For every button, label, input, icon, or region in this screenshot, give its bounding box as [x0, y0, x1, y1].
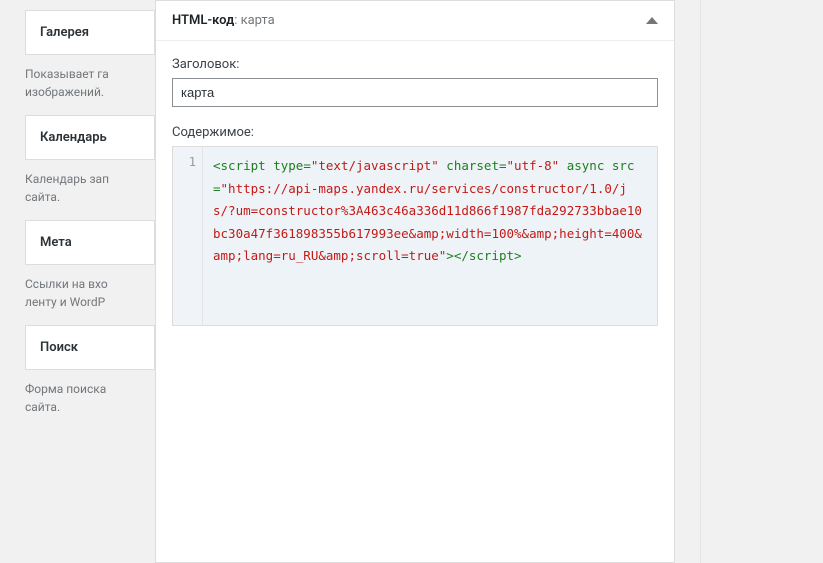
- sidebar-item-calendar[interactable]: Календарь: [25, 115, 155, 160]
- panel-title-prefix: HTML-код: [172, 13, 234, 28]
- widget-settings-panel: HTML-код: карта Заголовок: Содержимое: 1…: [155, 0, 675, 563]
- content-label: Содержимое:: [172, 125, 658, 140]
- widget-title: Галерея: [26, 11, 154, 54]
- line-gutter: 1: [173, 147, 203, 325]
- code-attr: charset=: [439, 158, 507, 173]
- code-content[interactable]: <script type="text/javascript" charset="…: [203, 147, 657, 325]
- code-str: "https://api-maps.yandex.ru/services/con…: [213, 181, 642, 264]
- widget-title: Поиск: [26, 326, 154, 369]
- code-attr: type=: [266, 158, 311, 173]
- code-tag: ></script>: [446, 248, 521, 263]
- widget-title: Календарь: [26, 116, 154, 159]
- widget-desc: Форма поиска сайта.: [0, 370, 130, 430]
- code-editor[interactable]: 1 <script type="text/javascript" charset…: [172, 146, 658, 326]
- panel-body: Заголовок: Содержимое: 1 <script type="t…: [156, 41, 674, 342]
- code-str: "utf-8": [507, 158, 560, 173]
- widget-desc: Ссылки на вхо ленту и WordP: [0, 265, 130, 325]
- code-str: "text/javascript": [311, 158, 439, 173]
- sidebar-item-meta[interactable]: Мета: [25, 220, 155, 265]
- sidebar-item-gallery[interactable]: Галерея: [25, 10, 155, 55]
- code-attr: async: [559, 158, 604, 173]
- title-input[interactable]: [172, 78, 658, 107]
- widget-title: Мета: [26, 221, 154, 264]
- panel-header[interactable]: HTML-код: карта: [156, 1, 674, 41]
- widget-desc: Показывает га изображений.: [0, 55, 130, 115]
- panel-title-suffix: : карта: [234, 13, 275, 28]
- widget-sidebar: Галерея Показывает га изображений. Кален…: [0, 0, 155, 563]
- title-label: Заголовок:: [172, 57, 658, 72]
- sidebar-item-search[interactable]: Поиск: [25, 325, 155, 370]
- code-tag: <script: [213, 158, 266, 173]
- widget-desc: Календарь зап сайта.: [0, 160, 130, 220]
- collapse-icon[interactable]: [646, 17, 658, 24]
- panel-title: HTML-код: карта: [172, 13, 275, 28]
- right-column: [700, 0, 823, 563]
- line-number: 1: [173, 155, 196, 169]
